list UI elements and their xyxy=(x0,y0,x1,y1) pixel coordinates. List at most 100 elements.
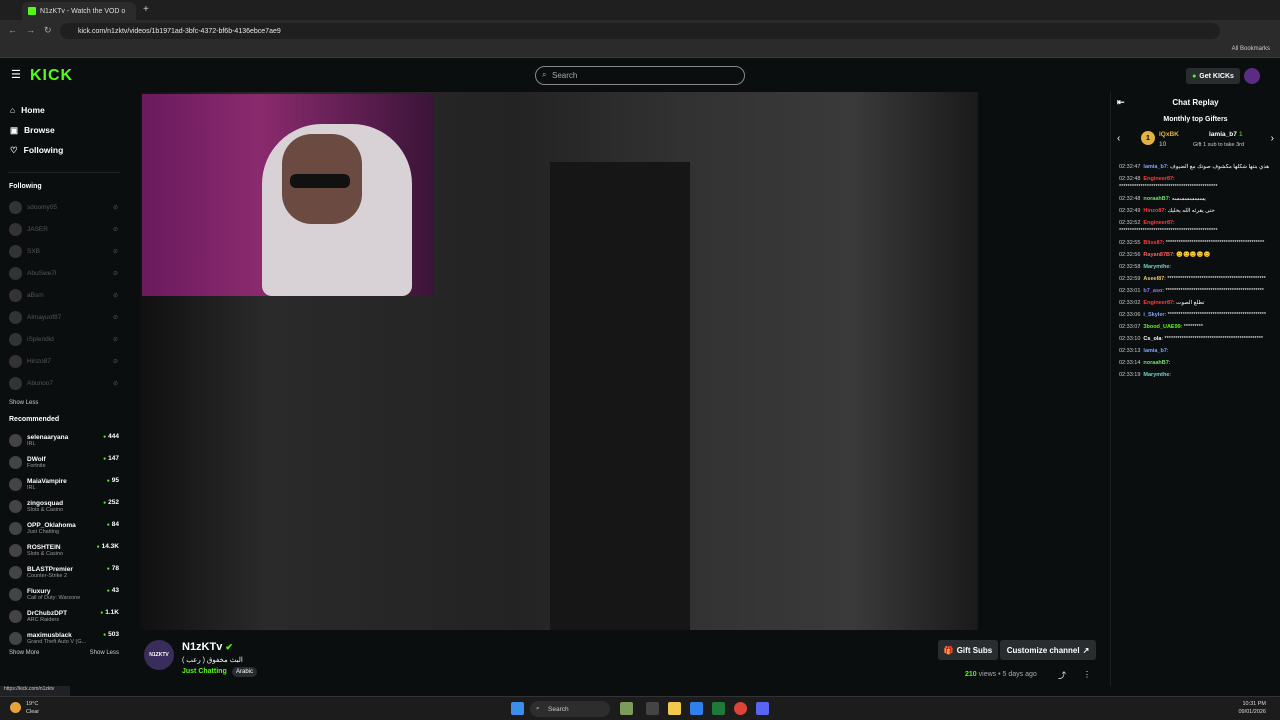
stream-category[interactable]: Just Chatting xyxy=(182,668,227,675)
show-less-following-button[interactable]: Show Less xyxy=(9,400,119,406)
user-avatar[interactable] xyxy=(1244,68,1260,84)
chat-username[interactable]: Rayan87B7 xyxy=(1143,252,1173,258)
discord-icon[interactable] xyxy=(756,702,769,715)
recommended-item[interactable]: BLASTPremierCounter-Strike 2 78 xyxy=(0,561,128,583)
following-item[interactable]: Abunoo7 ⊘ xyxy=(0,372,128,394)
following-item[interactable]: aBsm ⊘ xyxy=(0,284,128,306)
recommended-name: DWolf xyxy=(27,455,46,463)
recommended-item[interactable]: DWolfFortnite 147 xyxy=(0,451,128,473)
chevron-right-icon[interactable]: › xyxy=(1271,133,1274,144)
chat-separator: : xyxy=(1168,360,1171,366)
chat-username[interactable]: Marymthe xyxy=(1143,372,1169,378)
viewer-count: 14.3K xyxy=(97,543,119,550)
chat-username[interactable]: lamia_b7 xyxy=(1143,348,1167,354)
kick-logo[interactable]: KICK xyxy=(30,67,73,85)
chat-username[interactable]: noraahB7 xyxy=(1143,196,1168,202)
following-item[interactable]: AbuSwe7l ⊘ xyxy=(0,262,128,284)
recommended-item[interactable]: MaiaVampireIRL 95 xyxy=(0,473,128,495)
browser-tab-strip: N1zKTv - Watch the VOD o + xyxy=(0,0,1280,20)
viewer-count: 503 xyxy=(103,631,119,638)
new-tab-icon[interactable]: + xyxy=(143,4,149,15)
customize-channel-button[interactable]: Customize channel ↗ xyxy=(1000,640,1096,660)
weather-widget[interactable]: 19°C Clear xyxy=(10,700,39,716)
app-icon[interactable] xyxy=(712,702,725,715)
home-icon: ⌂ xyxy=(10,105,16,115)
recommended-item[interactable]: FluxuryCall of Duty: Warzone 43 xyxy=(0,583,128,605)
recommended-item[interactable]: selenaaryanaIRL 444 xyxy=(0,429,128,451)
windows-start-icon[interactable] xyxy=(511,702,524,715)
offline-icon: ⊘ xyxy=(112,358,118,365)
url-bar[interactable]: kick.com/n1zktv/videos/1b1971ad-3bfc-437… xyxy=(60,23,1220,39)
recommended-item[interactable]: OPP_OklahomaJust Chatting 84 xyxy=(0,517,128,539)
following-name: JASER xyxy=(27,225,48,233)
nav-following[interactable]: ♡ Following xyxy=(10,140,118,160)
show-less-button[interactable]: Show Less xyxy=(90,650,119,656)
chat-username[interactable]: Engineer87 xyxy=(1143,220,1173,226)
taskbar-search-label: Search xyxy=(548,705,569,713)
heart-icon: ♡ xyxy=(10,144,18,155)
following-item[interactable]: sdoomy05 ⊘ xyxy=(0,196,128,218)
back-icon[interactable]: ← xyxy=(8,25,17,35)
browser-tab[interactable]: N1zKTv - Watch the VOD o xyxy=(22,2,136,20)
nav-browse[interactable]: ▣ Browse xyxy=(10,120,118,140)
chat-username[interactable]: Aseel87 xyxy=(1143,276,1164,282)
views-label: views xyxy=(978,671,997,678)
chat-username[interactable]: Engineer87 xyxy=(1143,176,1173,182)
video-player[interactable] xyxy=(140,92,978,630)
chat-username[interactable]: Engineer87 xyxy=(1143,300,1173,306)
task-view-icon[interactable] xyxy=(646,702,659,715)
following-name: SXB xyxy=(27,247,41,255)
gifter-1-name[interactable]: lQxBK xyxy=(1159,131,1179,138)
chat-text: ********* xyxy=(1183,324,1204,330)
collapse-chat-icon[interactable]: ⇤ xyxy=(1117,97,1125,108)
forward-icon[interactable]: → xyxy=(26,25,35,35)
chat-username[interactable]: 3bood_UAE99 xyxy=(1143,324,1180,330)
menu-icon[interactable]: ☰ xyxy=(11,68,21,81)
following-item[interactable]: JASER ⊘ xyxy=(0,218,128,240)
search-input[interactable]: ⌕ Search xyxy=(535,66,745,85)
chat-username[interactable]: b7_aso xyxy=(1143,288,1162,294)
file-explorer-icon[interactable] xyxy=(668,702,681,715)
channel-avatar[interactable]: N1ZKTV xyxy=(144,640,174,670)
following-name: aBsm xyxy=(27,291,44,299)
taskbar-search[interactable]: ⌕ Search xyxy=(530,701,610,717)
chat-username[interactable]: i_Skyler xyxy=(1143,312,1164,318)
chat-username[interactable]: Hinzo87 xyxy=(1143,208,1164,214)
channel-name[interactable]: N1zKTv ✔ xyxy=(182,641,233,653)
chrome-icon[interactable] xyxy=(734,702,747,715)
widget-icon[interactable] xyxy=(620,702,633,715)
share-icon[interactable]: ⤴ xyxy=(1058,670,1066,681)
chat-username[interactable]: Bliss87 xyxy=(1143,240,1162,246)
recommended-item[interactable]: zingosquadSlots & Casino 252 xyxy=(0,495,128,517)
get-kicks-button[interactable]: ● Get KICKs xyxy=(1186,68,1240,84)
gift-cta[interactable]: Gift 1 sub to take 3rd xyxy=(1193,142,1244,148)
following-item[interactable]: iSplendid ⊘ xyxy=(0,328,128,350)
show-more-button[interactable]: Show More xyxy=(9,650,39,656)
chat-message: 02:33:10 Cs_ola: ************************… xyxy=(1119,335,1272,343)
reload-icon[interactable]: ↻ xyxy=(44,25,52,36)
following-item[interactable]: SXB ⊘ xyxy=(0,240,128,262)
gifter-2-name[interactable]: lamia_b7 xyxy=(1209,131,1237,138)
following-item[interactable]: Almayuof87 ⊘ xyxy=(0,306,128,328)
chat-separator: : xyxy=(1173,176,1175,182)
edge-icon[interactable] xyxy=(690,702,703,715)
chat-username[interactable]: noraahB7 xyxy=(1143,360,1168,366)
following-item[interactable]: Hinzo87 ⊘ xyxy=(0,350,128,372)
more-options-icon[interactable]: ⋮ xyxy=(1083,670,1091,679)
recommended-category: ARC Raiders xyxy=(27,616,60,623)
recommended-item[interactable]: ROSHTEINSlots & Casino 14.3K xyxy=(0,539,128,561)
channel-avatar-text: N1ZKTV xyxy=(149,652,169,658)
gift-subs-button[interactable]: 🎁 Gift Subs xyxy=(938,640,998,660)
recommended-item[interactable]: maximusblackGrand Theft Auto V (G... 503 xyxy=(0,627,128,649)
language-tag[interactable]: Arabic xyxy=(232,667,258,677)
recommended-title: Recommended xyxy=(9,416,60,423)
chat-username[interactable]: Marymthe xyxy=(1143,264,1169,270)
nav-home[interactable]: ⌂ Home xyxy=(10,100,118,120)
chat-username[interactable]: Cs_ola xyxy=(1143,336,1161,342)
system-clock[interactable]: 10:31 PM 09/01/2026 xyxy=(1238,700,1266,716)
recommended-item[interactable]: DrChubzDPTARC Raiders 1.1K xyxy=(0,605,128,627)
chat-timestamp: 02:33:02 xyxy=(1119,300,1141,306)
chat-username[interactable]: lamia_b7 xyxy=(1143,164,1167,170)
all-bookmarks[interactable]: All Bookmarks xyxy=(1232,46,1270,52)
chevron-left-icon[interactable]: ‹ xyxy=(1117,133,1120,144)
